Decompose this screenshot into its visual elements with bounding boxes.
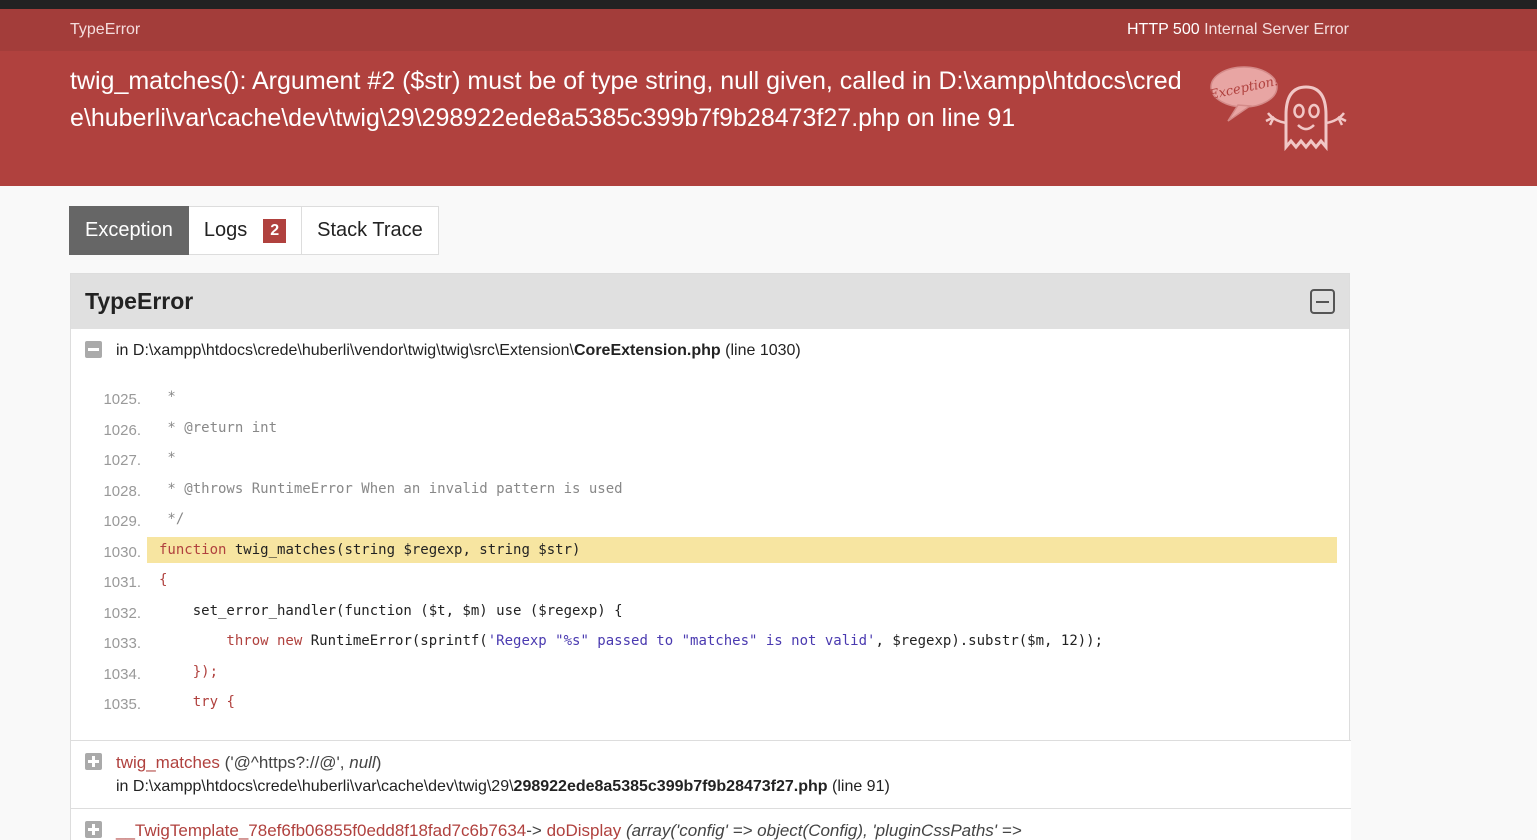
code-line: 1031.{ (103, 572, 168, 591)
expand-icon[interactable] (85, 753, 102, 770)
code-excerpt: 1025. * 1026. * @return int 1027. * 1028… (71, 384, 1351, 720)
http-status: HTTP 500 Internal Server Error (1126, 21, 1349, 38)
tab-stack-trace[interactable]: Stack Trace (302, 206, 439, 255)
trace-file-path: in D:\xampp\htdocs\crede\huberli\var\cac… (116, 778, 890, 795)
logs-count-badge: 2 (263, 218, 287, 243)
expand-icon[interactable] (85, 821, 102, 838)
code-line: 1034. }); (103, 663, 219, 683)
code-line: 1028. * @throws RuntimeError When an inv… (103, 480, 623, 500)
code-line-selected: 1030. function twig_matches(string $regex… (71, 536, 1351, 568)
trace-function: twig_matches ('@^https?://@', null) (116, 753, 382, 772)
trace-item[interactable]: twig_matches ('@^https?://@', null) in D… (71, 740, 1351, 808)
collapse-icon[interactable] (85, 341, 102, 358)
exception-header: TypeError HTTP 500 Internal Server Error… (0, 9, 1537, 186)
tab-logs[interactable]: Logs 2 (188, 206, 303, 255)
trace-file-path: in D:\xampp\htdocs\crede\huberli\vendor\… (116, 342, 801, 359)
trace-item[interactable]: __TwigTemplate_78ef6fb06855f0edd8f18fad7… (71, 808, 1351, 840)
tab-exception[interactable]: Exception (69, 206, 189, 255)
code-line: 1032. set_error_handler(function ($t, $m… (103, 602, 623, 622)
trace-file-name: CoreExtension.php (574, 342, 721, 359)
trace-function: __TwigTemplate_78ef6fb06855f0edd8f18fad7… (116, 821, 1022, 840)
exception-panel: TypeError in D:\xampp\htdocs\crede\huber… (70, 273, 1351, 840)
panel-header: TypeError (71, 274, 1349, 329)
exception-message: twig_matches(): Argument #2 ($str) must … (70, 67, 1182, 132)
tab-bar: Exception Logs 2 Stack Trace (69, 206, 439, 255)
code-line: 1029. */ (103, 511, 185, 530)
code-line: 1035. try { (103, 694, 235, 713)
code-line: 1025. * (103, 389, 176, 408)
code-line: 1026. * @return int (103, 419, 278, 439)
panel-title: TypeError (85, 288, 194, 314)
code-line: 1027. * (103, 450, 176, 469)
top-bar (0, 0, 1537, 9)
collapse-all-button[interactable] (1310, 289, 1335, 314)
header-meta: TypeError HTTP 500 Internal Server Error (0, 9, 1537, 51)
ghost-exception-icon: Exception! (1208, 66, 1347, 152)
exception-class: TypeError (70, 21, 141, 38)
code-line: 1033. throw new RuntimeError(sprintf('Re… (103, 633, 1104, 652)
